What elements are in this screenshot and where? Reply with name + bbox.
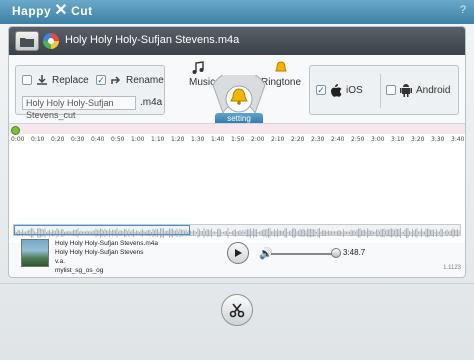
ruler-tick-label: 0:00 [11, 136, 25, 143]
ruler-tick-label: 2:50 [351, 136, 365, 143]
selection-bar[interactable] [9, 124, 465, 135]
ruler-tick-label: 3:00 [371, 136, 385, 143]
ruler-tick-label: 0:30 [71, 136, 85, 143]
main-panel: Holy Holy Holy-Sufjan Stevens.m4a Replac… [8, 26, 466, 278]
overview-scrollbar[interactable] [13, 224, 461, 238]
play-button[interactable] [227, 242, 249, 264]
device-divider [380, 74, 381, 108]
play-icon [235, 249, 242, 257]
mode-dial[interactable] [211, 75, 267, 115]
app-window: Happy ✕ Cut ? Holy Holy Holy-Sufjan Stev… [0, 0, 474, 360]
ruler-tick-label: 1:20 [171, 136, 185, 143]
app-title-left: Happy [12, 4, 52, 18]
audio-file-icon [43, 33, 59, 49]
mode-selector: Music Ringtone setting [181, 61, 301, 125]
version-text: 1.1123 [443, 265, 461, 271]
ruler-tick-label: 3:30 [431, 136, 445, 143]
ruler-tick-label: 1:00 [131, 136, 145, 143]
ruler-tick-label: 0:40 [91, 136, 105, 143]
android-label: Android [416, 84, 451, 96]
waveform[interactable] [9, 146, 465, 222]
ruler-tick-label: 2:00 [251, 136, 265, 143]
open-folder-button[interactable] [15, 31, 39, 51]
footer-divider [0, 283, 474, 284]
music-note-icon [192, 61, 204, 74]
filename-input[interactable]: Holy Holy Holy-Sufjan Stevens_cut [22, 96, 136, 120]
track-meta: Holy Holy Holy-Sufjan Stevens.m4a Holy H… [55, 239, 158, 275]
app-title: Happy ✕ Cut [12, 2, 93, 19]
track-title: Holy Holy Holy-Sufjan Stevens [55, 249, 144, 256]
ruler-tick-label: 3:10 [391, 136, 405, 143]
time-ruler: 0:00 0:10 0:20 0:30 0:40 0:50 1:00 1:10 1:20 1:30… [9, 134, 465, 146]
bell-small-icon [275, 61, 287, 72]
ruler-tick-label: 1:50 [231, 136, 245, 143]
album-cover [21, 239, 49, 267]
title-bar: Happy ✕ Cut ? [0, 0, 474, 24]
scissors-icon [229, 303, 245, 318]
replace-checkbox[interactable] [22, 75, 32, 85]
ruler-tick-label: 0:20 [51, 136, 65, 143]
replace-option[interactable]: Replace [22, 74, 89, 86]
ruler-tick-label: 2:40 [331, 136, 345, 143]
android-icon [400, 84, 412, 97]
waveform-editor[interactable]: 0:00 0:10 0:20 0:30 0:40 0:50 1:00 1:10 1:20 1:30… [9, 123, 465, 243]
download-icon [37, 75, 47, 85]
file-bar: Holy Holy Holy-Sufjan Stevens.m4a [9, 27, 465, 55]
logo-x-icon: ✕ [54, 2, 69, 19]
ios-checkbox[interactable]: ✓ [316, 85, 326, 95]
volume-slider-knob[interactable] [331, 248, 341, 258]
overview-selection-handle[interactable] [14, 225, 190, 235]
ruler-tick-label: 3:20 [411, 136, 425, 143]
ruler-tick-label: 2:10 [271, 136, 285, 143]
file-extension: .m4a [140, 97, 163, 108]
rename-option[interactable]: ✓ Rename [96, 74, 164, 86]
cut-button[interactable] [221, 294, 253, 326]
ruler-tick-label: 1:10 [151, 136, 165, 143]
replace-label: Replace [52, 74, 89, 86]
rename-label: Rename [126, 74, 164, 86]
share-icon [111, 76, 121, 84]
track-filename: Holy Holy Holy-Sufjan Stevens.m4a [55, 240, 158, 247]
ruler-tick-label: 1:40 [211, 136, 225, 143]
ringtone-label: Ringtone [261, 77, 302, 88]
help-button[interactable]: ? [460, 4, 466, 16]
track-artist: v.a. [55, 258, 65, 265]
android-checkbox[interactable] [386, 85, 396, 95]
folder-icon [20, 37, 34, 47]
rename-checkbox[interactable]: ✓ [96, 75, 106, 85]
ruler-tick-label: 0:50 [111, 136, 125, 143]
ruler-tick-label: 3:40 [451, 136, 465, 143]
duration-text: 3:48.7 [343, 248, 366, 257]
device-options: ✓ iOS Android [309, 65, 459, 115]
track-album: mylist_sg_os_og [55, 267, 104, 274]
player-bar: Holy Holy Holy-Sufjan Stevens.m4a Holy H… [9, 239, 465, 277]
ruler-tick-label: 2:30 [311, 136, 325, 143]
output-options: Replace ✓ Rename Holy Holy Holy-Sufjan S… [15, 65, 165, 120]
ios-label: iOS [346, 84, 363, 96]
ruler-tick-label: 2:20 [291, 136, 305, 143]
android-option[interactable]: Android [386, 83, 450, 97]
ruler-tick-label: 0:10 [31, 136, 45, 143]
file-name: Holy Holy Holy-Sufjan Stevens.m4a [65, 34, 240, 46]
ios-option[interactable]: ✓ iOS [316, 83, 363, 97]
apple-icon [331, 84, 342, 97]
volume-slider[interactable] [271, 253, 335, 255]
ruler-tick-label: 1:30 [191, 136, 205, 143]
app-title-right: Cut [71, 4, 93, 18]
